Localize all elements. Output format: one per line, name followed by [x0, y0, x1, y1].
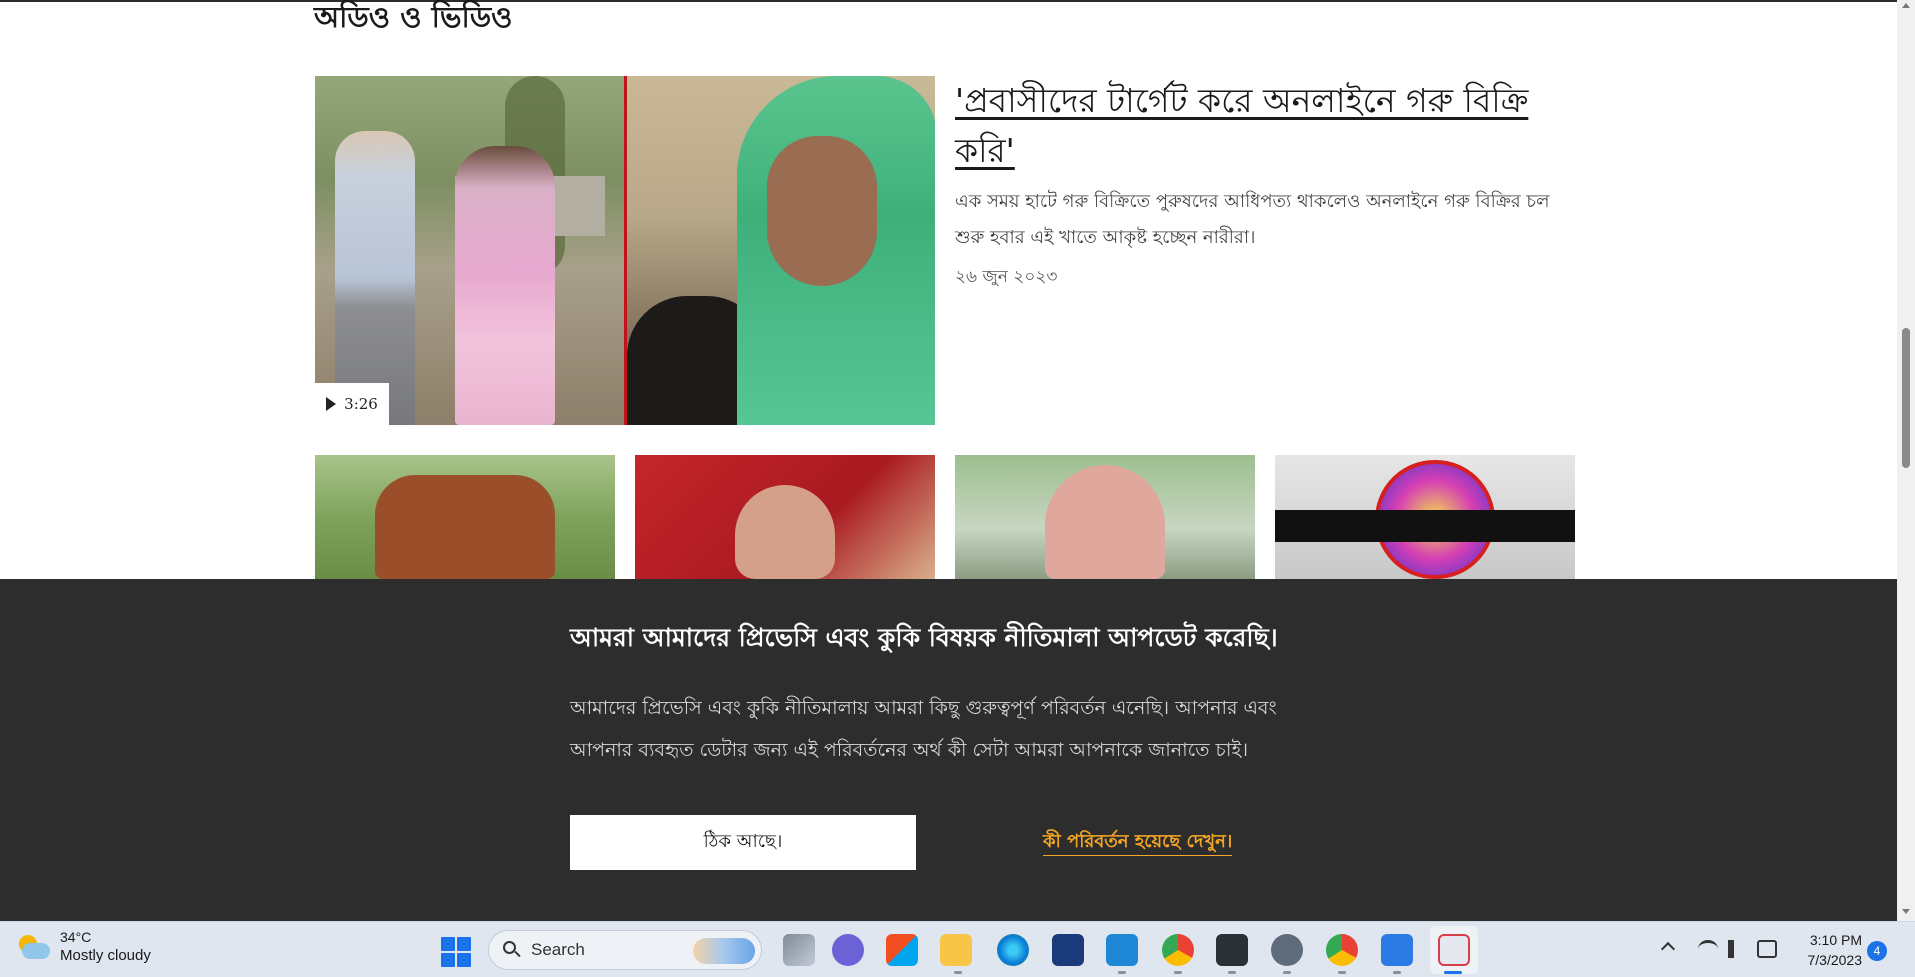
taskbar-search[interactable]: Search: [488, 930, 762, 970]
section-title: অডিও ও ভিডিও: [314, 0, 513, 34]
file-explorer-icon[interactable]: [940, 934, 972, 966]
woman-figure: [455, 146, 555, 425]
chrome-profile-icon[interactable]: [1326, 934, 1358, 966]
chrome-profile-indicator: [1338, 971, 1346, 974]
search-highlight-art: [693, 938, 755, 964]
snipping-tool-icon[interactable]: [1438, 934, 1470, 966]
clock-time: 3:10 PM: [1809, 932, 1862, 948]
hero-title-link[interactable]: 'প্রবাসীদের টার্গেট করে অনলাইনে গরু বিক্…: [955, 76, 1575, 176]
browser-top-edge: [0, 0, 1897, 2]
notification-badge[interactable]: 4: [1867, 941, 1887, 961]
see-changes-link[interactable]: কী পরিবর্তন হয়েছে দেখুন।: [1043, 829, 1233, 856]
webpage: অডিও ও ভিডিও 3:26 'প্রবাসীদের টার্গেট কর…: [0, 0, 1897, 921]
cookie-banner: আমরা আমাদের প্রিভেসি এবং কুকি বিষয়ক নীত…: [0, 579, 1897, 921]
play-icon: [326, 397, 337, 411]
start-tile: [441, 953, 455, 967]
wifi-icon[interactable]: [1698, 940, 1718, 958]
video-duration: 3:26: [344, 395, 378, 413]
windows-start-icon[interactable]: [441, 937, 471, 967]
task-view-icon[interactable]: [783, 934, 815, 966]
settings-gear-icon[interactable]: [1271, 934, 1303, 966]
man-figure: [335, 131, 415, 425]
weather-text: 34°C Mostly cloudy: [60, 928, 151, 966]
video-thumbnail-woman[interactable]: [955, 455, 1255, 579]
hero-summary: এক সময় হাটে গরু বিক্রিতে পুরুষদের আধিপত…: [955, 191, 1550, 248]
vertical-scrollbar[interactable]: [1897, 0, 1915, 921]
chrome-indicator: [1174, 971, 1182, 974]
vscode-icon[interactable]: [1106, 934, 1138, 966]
volume-icon[interactable]: [1728, 940, 1748, 958]
start-tile: [457, 937, 471, 951]
person-shape: [1045, 465, 1165, 579]
search-handle: [514, 950, 521, 958]
video-duration-badge[interactable]: 3:26: [315, 383, 389, 425]
start-tile: [457, 953, 471, 967]
search-label: Search: [531, 940, 585, 959]
hero-video-thumbnail[interactable]: 3:26: [315, 76, 935, 425]
show-hidden-icons-chevron-icon[interactable]: [1660, 941, 1676, 957]
scrollbar-thumb[interactable]: [1902, 328, 1910, 468]
terminal-indicator: [1228, 971, 1236, 974]
band-shape: [1275, 510, 1575, 542]
weather-temperature: 34°C: [60, 929, 92, 945]
face-shape: [735, 485, 835, 579]
notepad-indicator: [1393, 971, 1401, 974]
weather-cloud-sun-icon: [16, 929, 52, 965]
video-thumbnail-bride[interactable]: [635, 455, 935, 579]
weather-description: Mostly cloudy: [60, 947, 151, 964]
clock-date: 7/3/2023: [1807, 952, 1863, 968]
teams-chat-icon[interactable]: [832, 934, 864, 966]
settings-indicator: [1283, 971, 1291, 974]
windows-taskbar: 34°C Mostly cloudy Search 3:10 PM 7/3/20…: [0, 921, 1915, 977]
edge-icon[interactable]: [997, 934, 1029, 966]
microsoft-store-icon[interactable]: [886, 934, 918, 966]
weather-widget[interactable]: 34°C Mostly cloudy: [16, 928, 151, 966]
vscode-indicator: [1118, 971, 1126, 974]
scroll-down-arrow-icon[interactable]: [1902, 909, 1910, 914]
video-thumbnail-illustration[interactable]: [1275, 455, 1575, 579]
security-icon[interactable]: [1052, 934, 1084, 966]
start-tile: [441, 937, 455, 951]
snipping-tool-active-indicator: [1444, 971, 1462, 974]
notepad-icon[interactable]: [1381, 934, 1413, 966]
video-thumbnail-cow[interactable]: [315, 455, 615, 579]
file-explorer-indicator: [954, 971, 962, 974]
hero-photo-right: [627, 76, 935, 425]
cookie-text: আমাদের প্রিভেসি এবং কুকি নীতিমালায় আমরা…: [570, 697, 1277, 761]
scroll-up-arrow-icon[interactable]: [1902, 3, 1910, 8]
system-clock[interactable]: 3:10 PM 7/3/2023: [1790, 930, 1863, 970]
chrome-icon[interactable]: [1162, 934, 1194, 966]
hero-photo-left: [315, 76, 624, 425]
search-icon: [503, 941, 521, 959]
terminal-icon[interactable]: [1216, 934, 1248, 966]
face-shape: [767, 136, 877, 286]
cow-shape: [375, 475, 555, 579]
ok-button[interactable]: ঠিক আছে।: [570, 815, 916, 870]
cloud-shape: [22, 943, 50, 959]
cookie-title: আমরা আমাদের প্রিভেসি এবং কুকি বিষয়ক নীত…: [570, 623, 1278, 652]
hero-date: ২৬ জুন ২০২৩: [955, 267, 1058, 287]
video-thumbnail-row: [315, 455, 1575, 579]
battery-icon[interactable]: [1757, 940, 1777, 958]
hero-text-block: 'প্রবাসীদের টার্গেট করে অনলাইনে গরু বিক্…: [955, 76, 1575, 292]
